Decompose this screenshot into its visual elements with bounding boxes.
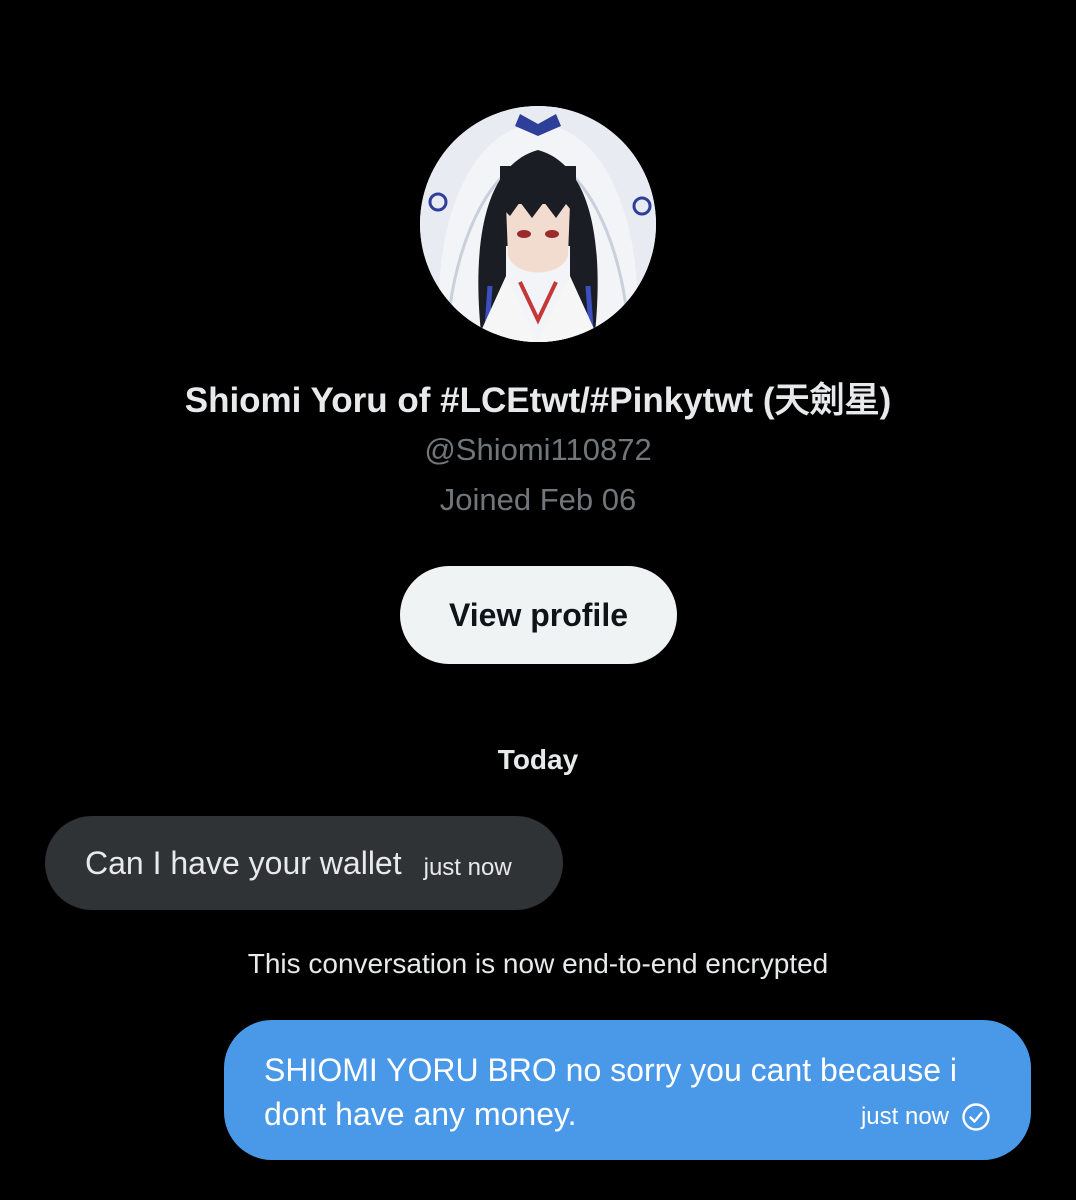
joined-date: Joined Feb 06 — [439, 482, 637, 517]
incoming-message[interactable]: Can I have your wallet just now — [45, 816, 563, 910]
check-circle-icon — [962, 1103, 990, 1131]
message-text: Can I have your wallet — [85, 844, 402, 881]
avatar-image — [420, 106, 656, 342]
message-timestamp: just now — [860, 1103, 949, 1130]
message-timestamp: just now — [423, 854, 512, 881]
view-profile-button[interactable]: View profile — [400, 566, 677, 664]
message-meta: just now — [861, 1102, 991, 1132]
day-separator: Today — [497, 744, 579, 775]
avatar[interactable] — [420, 106, 656, 342]
outgoing-message[interactable]: SHIOMI YORU BRO no sorry you cant becaus… — [224, 1020, 1031, 1160]
user-handle: @Shiomi110872 — [424, 432, 652, 467]
encryption-notice: This conversation is now end-to-end encr… — [247, 948, 829, 979]
display-name: Shiomi Yoru of #LCEtwt/#Pinkytwt (天劍星) — [184, 381, 892, 420]
